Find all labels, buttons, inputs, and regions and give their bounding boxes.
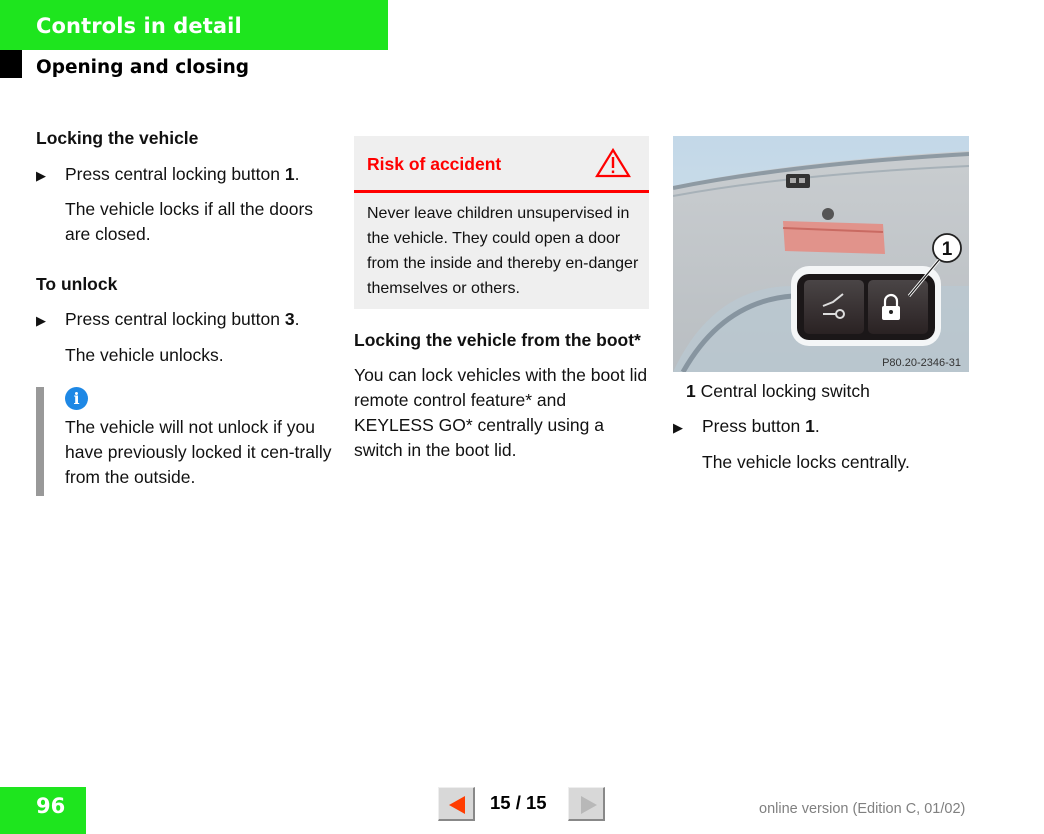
lock-step-text: Press central locking button xyxy=(65,164,280,184)
info-icon: i xyxy=(65,387,88,410)
bullet-arrow-icon: ▶ xyxy=(673,420,683,435)
previous-page-button[interactable] xyxy=(438,787,475,821)
boot-lid-illustration: 1 P80.20-2346-31 xyxy=(673,136,969,372)
column-switch: 1 Central locking switch ▶ Press button … xyxy=(673,379,973,475)
switch-step-button-number: 1 xyxy=(805,416,815,436)
figure-legend: 1 Central locking switch xyxy=(673,379,973,404)
section-title: Opening and closing xyxy=(36,57,250,78)
heading-boot-locking: Locking the vehicle from the boot* xyxy=(354,330,641,350)
column-boot-locking: Locking the vehicle from the boot* You c… xyxy=(354,328,650,463)
warning-box: Risk of accident Never leave children un… xyxy=(354,136,649,309)
bullet-arrow-icon: ▶ xyxy=(36,168,46,183)
page-number: 96 xyxy=(0,787,86,834)
heading-locking-vehicle: Locking the vehicle xyxy=(36,128,199,148)
info-note-text: The vehicle will not unlock if you have … xyxy=(65,417,332,487)
heading-unlock: To unlock xyxy=(36,274,118,294)
switch-result: The vehicle locks centrally. xyxy=(702,452,910,472)
switch-step: ▶ Press button 1. xyxy=(673,414,973,439)
unlock-step-text: Press central locking button xyxy=(65,309,280,329)
chapter-title: Controls in detail xyxy=(36,14,242,38)
triangle-right-icon xyxy=(581,796,597,814)
unlock-step: ▶ Press central locking button 3. xyxy=(36,307,332,332)
page-counter: 15 / 15 xyxy=(490,792,547,813)
info-note: i The vehicle will not unlock if you hav… xyxy=(36,387,336,496)
lock-result: The vehicle locks if all the doors are c… xyxy=(65,199,314,244)
section-marker xyxy=(0,50,22,78)
lock-step-button-number: 1 xyxy=(284,164,295,184)
figure-callout-number: 1 xyxy=(942,239,953,260)
unlock-result: The vehicle unlocks. xyxy=(65,345,224,365)
unlock-step-button-number: 3 xyxy=(284,309,295,329)
warning-title: Risk of accident xyxy=(367,154,502,174)
edition-note: online version (Edition C, 01/02) xyxy=(759,801,966,817)
warning-body: Never leave children unsupervised in the… xyxy=(367,205,639,297)
switch-step-text: Press button xyxy=(702,416,801,436)
triangle-left-icon xyxy=(449,796,465,814)
column-locking: Locking the vehicle ▶ Press central lock… xyxy=(36,126,332,368)
warning-header: Risk of accident xyxy=(354,136,649,193)
figure-code: P80.20-2346-31 xyxy=(882,357,961,369)
next-page-button[interactable] xyxy=(568,787,605,821)
warning-triangle-icon xyxy=(595,148,631,178)
boot-lid-photo: 1 P80.20-2346-31 xyxy=(673,136,969,372)
bullet-arrow-icon: ▶ xyxy=(36,313,46,328)
legend-text: Central locking switch xyxy=(700,381,870,401)
boot-locking-paragraph: You can lock vehicles with the boot lid … xyxy=(354,365,648,460)
lock-step: ▶ Press central locking button 1. xyxy=(36,162,332,187)
legend-number: 1 xyxy=(686,381,696,401)
